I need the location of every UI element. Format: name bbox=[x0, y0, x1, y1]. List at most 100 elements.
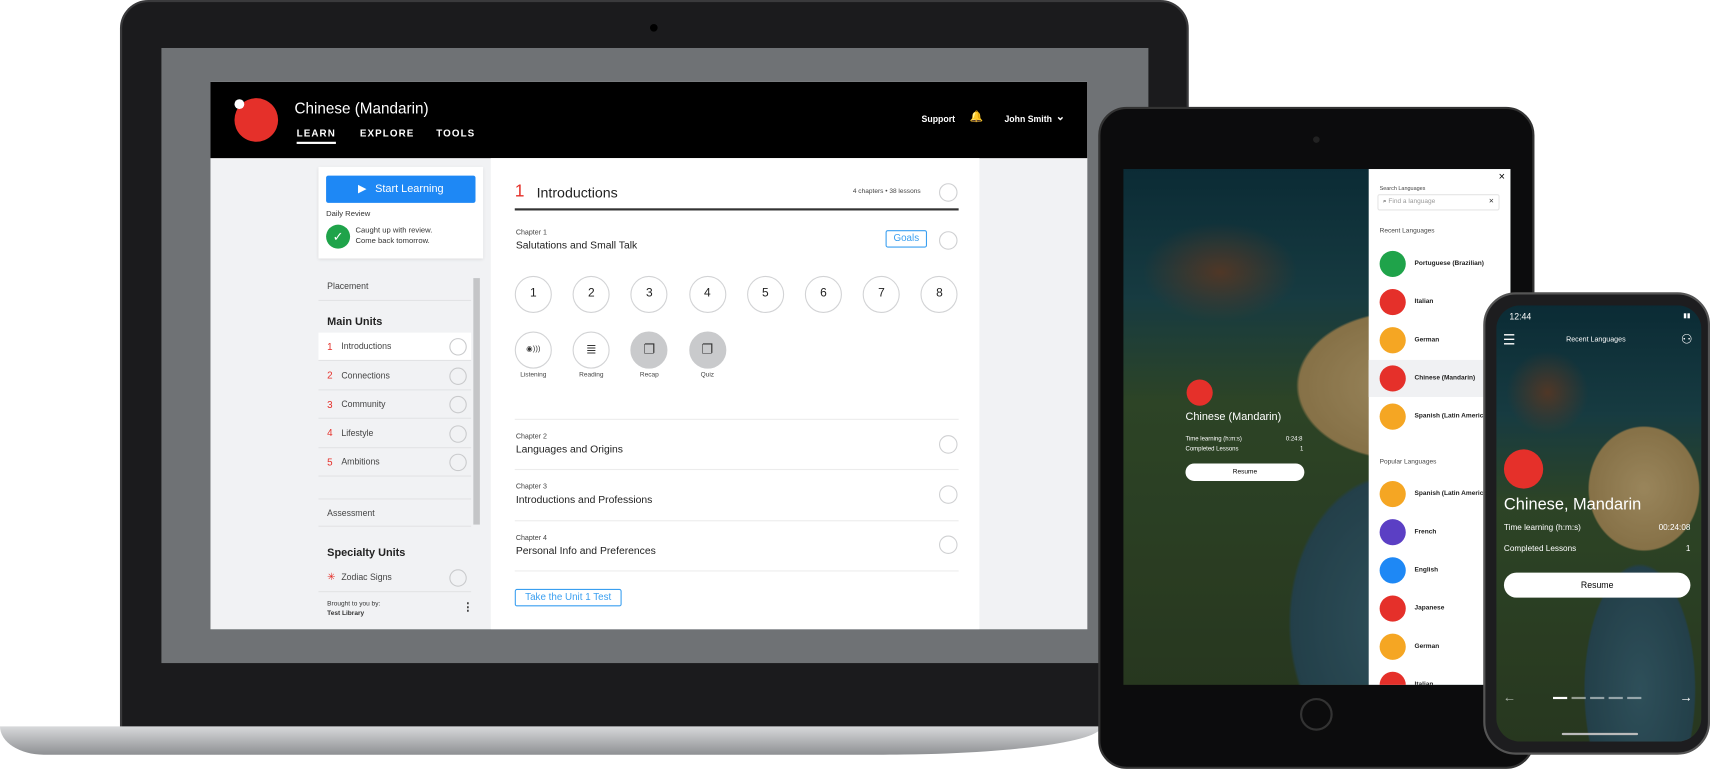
page-indicator-dot[interactable] bbox=[1553, 696, 1568, 700]
language-flag-icon bbox=[1379, 519, 1406, 546]
lesson-button[interactable]: 5 bbox=[746, 275, 784, 314]
lesson-button[interactable]: 2 bbox=[572, 275, 610, 314]
cards-icon: ❐ bbox=[643, 341, 656, 357]
unit-number: 4 bbox=[327, 427, 333, 439]
chapter-title[interactable]: Salutations and Small Talk bbox=[516, 240, 637, 252]
sidebar-item-unit[interactable]: 1 Introductions bbox=[318, 332, 472, 361]
sidebar-item-unit[interactable]: 4 Lifestyle bbox=[318, 419, 472, 448]
progress-circle bbox=[449, 424, 467, 443]
unit-label: Community bbox=[341, 399, 386, 409]
activity-listening-button[interactable]: ◉))) bbox=[514, 331, 552, 369]
lesson-button[interactable]: 3 bbox=[630, 275, 668, 314]
language-flag-icon bbox=[1379, 289, 1406, 316]
sidebar-scrollbar[interactable] bbox=[473, 278, 480, 525]
bell-icon[interactable]: 🔔 bbox=[970, 111, 984, 123]
unit-label: Connections bbox=[341, 370, 390, 381]
list-menu-icon[interactable]: ☰ bbox=[1503, 332, 1516, 349]
unit-number: 5 bbox=[327, 456, 333, 468]
library-name: Test Library bbox=[327, 610, 365, 618]
lessons-value: 1 bbox=[1685, 543, 1691, 553]
progress-circle bbox=[449, 453, 467, 472]
language-name: Spanish (Latin American) bbox=[1414, 490, 1494, 498]
sidebar-item-assessment[interactable]: Assessment bbox=[318, 498, 472, 527]
lesson-button[interactable]: 1 bbox=[514, 275, 552, 314]
arrow-right-icon[interactable]: → bbox=[1680, 689, 1693, 704]
unit-number: 1 bbox=[514, 182, 525, 201]
arrow-left-icon[interactable]: ← bbox=[1503, 689, 1516, 704]
screen-title: Recent Languages bbox=[1566, 335, 1626, 344]
chapter-title[interactable]: Languages and Origins bbox=[516, 444, 623, 456]
language-item[interactable]: Spanish (Latin American) bbox=[1379, 480, 1494, 508]
lesson-button[interactable]: 4 bbox=[688, 275, 726, 314]
tab-learn[interactable]: LEARN bbox=[296, 128, 336, 144]
divider bbox=[514, 570, 959, 572]
language-title: Chinese (Mandarin) bbox=[1185, 411, 1282, 424]
tablet-camera bbox=[1313, 136, 1320, 143]
language-flag-icon bbox=[1379, 671, 1406, 685]
activity-recap-button[interactable]: ❐ bbox=[630, 331, 668, 369]
reading-icon: ≣ bbox=[585, 341, 597, 357]
language-item[interactable]: Spanish (Latin American) bbox=[1379, 403, 1493, 430]
language-flag-icon bbox=[1379, 327, 1406, 354]
language-search-input[interactable]: ⌕ Find a language ✕ bbox=[1377, 194, 1500, 211]
chinese-pagoda-icon bbox=[1503, 449, 1544, 489]
support-link[interactable]: Support bbox=[922, 115, 955, 125]
language-flag-icon bbox=[1379, 595, 1406, 622]
unit-test-button[interactable]: Take the Unit 1 Test bbox=[514, 588, 622, 607]
profile-icon[interactable]: ⚇ bbox=[1681, 332, 1693, 347]
sidebar-item-placement[interactable]: Placement bbox=[318, 273, 472, 302]
language-item[interactable]: Italian bbox=[1379, 671, 1433, 685]
language-item[interactable]: German bbox=[1379, 633, 1439, 660]
page-indicator-dot[interactable] bbox=[1627, 696, 1642, 700]
home-button[interactable] bbox=[1299, 697, 1333, 731]
resume-button[interactable]: Resume bbox=[1503, 572, 1691, 598]
recent-heading: Recent Languages bbox=[1379, 227, 1435, 235]
clear-icon[interactable]: ✕ bbox=[1489, 195, 1494, 209]
goals-button[interactable]: Goals bbox=[885, 230, 928, 248]
close-icon[interactable]: × bbox=[1499, 171, 1505, 183]
chapter-label: Chapter 3 bbox=[515, 483, 547, 491]
start-card: ▶ Start Learning Daily Review ✓ Caught up… bbox=[318, 166, 484, 259]
activity-quiz-button[interactable]: ❐ bbox=[688, 331, 726, 369]
chapter-title[interactable]: Personal Info and Preferences bbox=[516, 545, 656, 557]
unit-number: 1 bbox=[327, 340, 333, 352]
user-menu[interactable]: John Smith bbox=[1004, 115, 1052, 125]
tab-tools[interactable]: TOOLS bbox=[436, 128, 475, 139]
page-indicator-dot[interactable] bbox=[1590, 696, 1605, 700]
start-learning-button[interactable]: ▶ Start Learning bbox=[326, 175, 476, 203]
language-item[interactable]: Japanese bbox=[1379, 595, 1444, 622]
sidebar-item-unit[interactable]: 5 Ambitions bbox=[318, 448, 472, 477]
tab-explore[interactable]: EXPLORE bbox=[360, 128, 415, 139]
chevron-down-icon[interactable]: ⌄ bbox=[1056, 111, 1065, 123]
activity-reading-button[interactable]: ≣ bbox=[572, 331, 610, 369]
app-header: Chinese (Mandarin) LEARN EXPLORE TOOLS S… bbox=[210, 81, 1088, 159]
search-label: Search Languages bbox=[1379, 185, 1426, 192]
language-item[interactable]: Italian bbox=[1379, 289, 1433, 316]
language-flag-icon bbox=[1379, 557, 1406, 584]
more-options-icon[interactable]: ⋮ bbox=[462, 602, 473, 614]
language-name: French bbox=[1414, 528, 1437, 536]
divider bbox=[514, 520, 959, 522]
activity-label: Quiz bbox=[700, 371, 715, 379]
sidebar-item-unit[interactable]: 2 Connections bbox=[318, 362, 472, 390]
lesson-button[interactable]: 7 bbox=[862, 275, 900, 314]
page-indicator-dot[interactable] bbox=[1608, 696, 1623, 700]
chapter-progress-circle bbox=[939, 435, 958, 454]
language-item[interactable]: French bbox=[1379, 519, 1437, 546]
language-item[interactable]: German bbox=[1379, 327, 1439, 354]
resume-button[interactable]: Resume bbox=[1185, 463, 1305, 481]
language-flag-icon bbox=[1379, 250, 1406, 278]
page-indicator-dot[interactable] bbox=[1571, 696, 1586, 700]
chapter-title[interactable]: Introductions and Professions bbox=[516, 494, 652, 506]
lesson-button[interactable]: 8 bbox=[920, 275, 958, 314]
lessons-label: Completed Lessons bbox=[1185, 446, 1239, 453]
lesson-button[interactable]: 6 bbox=[804, 275, 842, 314]
unit-title: Introductions bbox=[536, 184, 618, 201]
sidebar-item-unit[interactable]: 3 Community bbox=[318, 390, 472, 419]
language-name: English bbox=[1414, 567, 1439, 574]
sidebar-item-zodiac[interactable]: ✳ Zodiac Signs bbox=[318, 564, 472, 593]
language-item[interactable]: English bbox=[1379, 557, 1439, 584]
language-item[interactable]: Portuguese (Brazilian) bbox=[1379, 250, 1484, 278]
lessons-value: 1 bbox=[1299, 446, 1304, 453]
language-flag-icon bbox=[1379, 403, 1406, 430]
